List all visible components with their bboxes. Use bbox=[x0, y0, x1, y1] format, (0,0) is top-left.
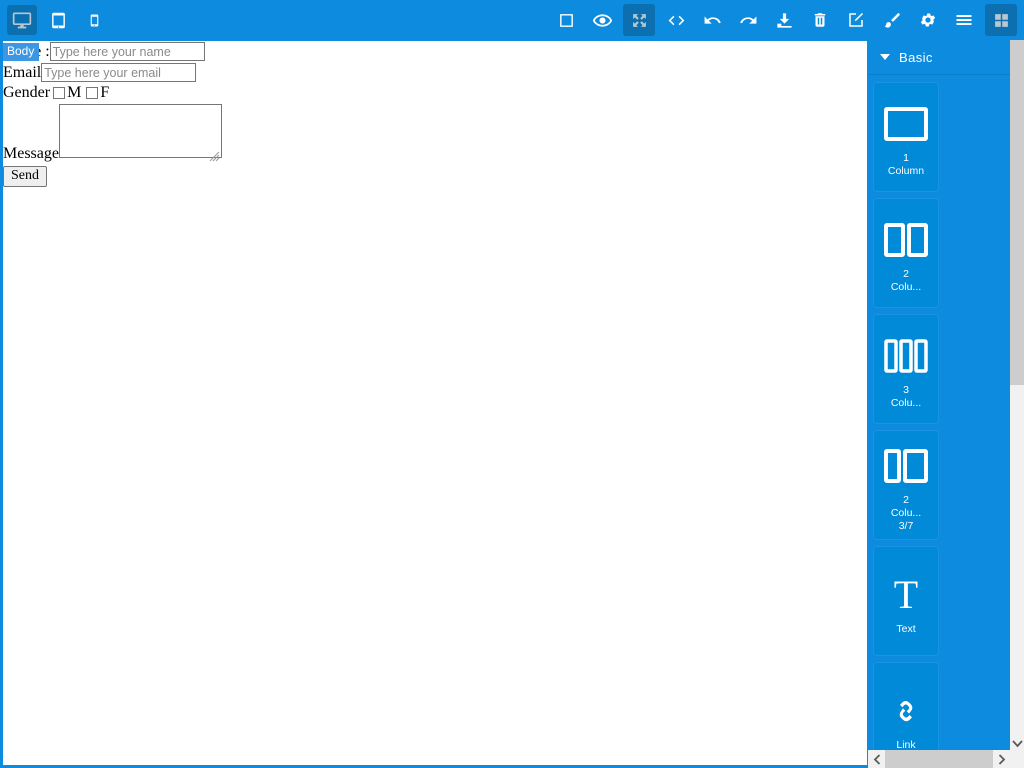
mobile-icon bbox=[88, 12, 101, 29]
canvas-frame: Body Name : Email Gender M F bbox=[0, 40, 868, 768]
chevron-down-icon bbox=[880, 54, 890, 60]
horizontal-scrollbar-thumb[interactable] bbox=[885, 750, 993, 768]
block-2-columns-3-7[interactable]: 2 Colu... 3/7 bbox=[873, 430, 939, 540]
import-button[interactable] bbox=[769, 5, 799, 35]
scroll-left-arrow-icon[interactable] bbox=[868, 750, 885, 768]
gender-label: Gender bbox=[3, 84, 51, 101]
block-label: 2 Colu... 3/7 bbox=[890, 493, 922, 532]
name-input[interactable] bbox=[49, 42, 205, 61]
panel-switcher bbox=[874, 0, 1020, 40]
link-chain-icon bbox=[890, 683, 922, 739]
edit-pencil-icon bbox=[847, 11, 865, 29]
gender-checkbox-m[interactable] bbox=[53, 87, 66, 99]
toggle-borders-button[interactable] bbox=[551, 5, 581, 35]
two-columns-icon bbox=[884, 212, 928, 268]
one-column-icon bbox=[884, 96, 928, 152]
grid-icon bbox=[993, 12, 1010, 29]
fullscreen-button[interactable] bbox=[623, 4, 655, 36]
undo-icon bbox=[703, 11, 722, 30]
scroll-right-arrow-icon[interactable] bbox=[993, 750, 1010, 768]
undo-button[interactable] bbox=[697, 5, 727, 35]
form-row-gender: Gender M F bbox=[3, 84, 222, 102]
device-tablet-button[interactable] bbox=[43, 5, 73, 35]
edit-button[interactable] bbox=[841, 5, 871, 35]
panel-vertical-scrollbar[interactable] bbox=[1010, 40, 1024, 768]
open-layer-manager-button[interactable] bbox=[949, 5, 979, 35]
grapesjs-editor: Body Name : Email Gender M F bbox=[0, 0, 1024, 768]
clear-canvas-button[interactable] bbox=[805, 5, 835, 35]
block-label: 2 Colu... bbox=[890, 268, 922, 293]
block-label: 3 Colu... bbox=[890, 384, 922, 409]
redo-button[interactable] bbox=[733, 5, 763, 35]
email-input[interactable] bbox=[41, 63, 197, 82]
hamburger-icon bbox=[954, 10, 974, 30]
contact-form[interactable]: Name : Email Gender M F Message bbox=[3, 41, 222, 187]
block-label: Text bbox=[896, 622, 916, 635]
top-toolbar bbox=[0, 0, 1024, 40]
gear-icon bbox=[919, 11, 937, 29]
block-2-columns[interactable]: 2 Colu... bbox=[873, 198, 939, 308]
download-icon bbox=[775, 11, 794, 30]
text-t-icon: T bbox=[893, 571, 919, 617]
selected-component-badge: Body bbox=[3, 43, 40, 61]
tablet-icon bbox=[50, 12, 67, 29]
code-icon bbox=[667, 11, 686, 30]
redo-icon bbox=[739, 11, 758, 30]
preview-button[interactable] bbox=[587, 5, 617, 35]
message-textarea[interactable] bbox=[58, 104, 222, 158]
vertical-scrollbar-thumb[interactable] bbox=[1010, 40, 1024, 385]
gender-checkbox-f[interactable] bbox=[86, 87, 99, 99]
gender-option-m-label: M bbox=[67, 84, 82, 101]
block-label: 1 Column bbox=[887, 152, 925, 177]
email-label: Email bbox=[3, 63, 42, 81]
open-blocks-button[interactable] bbox=[985, 4, 1017, 36]
message-label: Message bbox=[3, 145, 59, 162]
device-desktop-button[interactable] bbox=[7, 5, 37, 35]
three-columns-icon bbox=[884, 328, 928, 384]
settings-button[interactable] bbox=[913, 5, 943, 35]
eye-icon bbox=[592, 10, 613, 31]
two-columns-37-icon bbox=[884, 438, 928, 494]
open-style-manager-button[interactable] bbox=[877, 5, 907, 35]
block-text[interactable]: T Text bbox=[873, 546, 939, 656]
trash-icon bbox=[811, 11, 829, 29]
panel-horizontal-scrollbar[interactable] bbox=[868, 750, 1010, 768]
block-category-label: Basic bbox=[899, 49, 933, 65]
device-mobile-button[interactable] bbox=[79, 5, 109, 35]
editor-actions bbox=[548, 0, 874, 40]
form-row-message: Message bbox=[3, 104, 222, 163]
block-category-basic[interactable]: Basic bbox=[868, 40, 1010, 75]
view-code-button[interactable] bbox=[661, 5, 691, 35]
send-button[interactable]: Send bbox=[3, 166, 47, 187]
blocks-panel: Basic 1 Column 2 Colu... 3 Colu... 2 Col… bbox=[868, 40, 1010, 768]
blocks-list: 1 Column 2 Colu... 3 Colu... 2 Colu... 3… bbox=[868, 75, 1010, 768]
desktop-icon bbox=[12, 10, 32, 30]
block-3-columns[interactable]: 3 Colu... bbox=[873, 314, 939, 424]
canvas-body[interactable]: Body Name : Email Gender M F bbox=[3, 41, 867, 765]
fullscreen-icon bbox=[631, 12, 648, 29]
form-row-email: Email bbox=[3, 63, 222, 82]
block-1-column[interactable]: 1 Column bbox=[873, 82, 939, 192]
paintbrush-icon bbox=[883, 11, 902, 30]
gender-option-f-label: F bbox=[100, 84, 110, 101]
device-switcher bbox=[4, 0, 112, 40]
square-icon bbox=[558, 12, 575, 29]
scroll-down-chevron-icon[interactable] bbox=[1010, 736, 1024, 752]
